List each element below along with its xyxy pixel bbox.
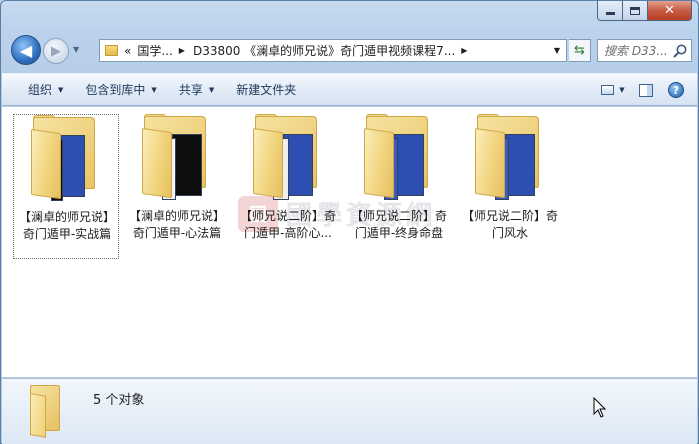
arrow-left-icon: ◀ bbox=[19, 40, 33, 60]
folder-name-line1: 【师兄说二阶】奇 bbox=[239, 209, 336, 223]
folder-item[interactable]: 【师兄说二阶】奇 门风水 bbox=[457, 114, 563, 259]
folder-name-line2: 奇门遁甲-心法篇 bbox=[132, 226, 222, 240]
folder-name-line1: 【澜卓的师兄说】 bbox=[18, 210, 115, 224]
share-label: 共享 bbox=[178, 83, 203, 97]
chevron-down-icon: ▼ bbox=[208, 85, 215, 94]
address-bar[interactable]: « 国学... ▶ D33800 《澜卓的师兄说》奇门遁甲视频课程7... ▶ … bbox=[99, 39, 567, 62]
share-menu[interactable]: 共享 ▼ bbox=[168, 77, 225, 103]
organize-label: 组织 bbox=[28, 83, 53, 97]
chevron-down-icon: ▼ bbox=[58, 85, 64, 94]
folder-label: 【澜卓的师兄说】 奇门遁甲-实战篇 bbox=[14, 209, 120, 243]
folder-label: 【师兄说二阶】奇 门遁甲-高阶心... bbox=[235, 208, 341, 242]
help-icon: ? bbox=[668, 82, 684, 98]
back-button[interactable]: ◀ bbox=[11, 35, 41, 65]
preview-pane-button[interactable] bbox=[633, 80, 659, 100]
caption-buttons: ✕ bbox=[597, 1, 692, 21]
include-in-library-label: 包含到库中 bbox=[85, 83, 146, 97]
recent-pages-dropdown[interactable]: ▼ bbox=[73, 45, 85, 57]
close-button[interactable]: ✕ bbox=[648, 1, 692, 21]
item-count: 5 个对象 bbox=[93, 393, 145, 408]
folder-name-line2: 门风水 bbox=[491, 226, 528, 240]
refresh-icon: ⇆ bbox=[574, 43, 585, 58]
mouse-cursor-icon bbox=[593, 397, 607, 418]
breadcrumb-item[interactable]: 国学... bbox=[137, 42, 172, 59]
command-bar: 组织 ▼ 包含到库中 ▼ 共享 ▼ 新建文件夹 ▼ ? bbox=[2, 73, 697, 106]
breadcrumb-separator-icon[interactable]: ▶ bbox=[179, 46, 185, 55]
folder-name-line1: 【师兄说二阶】奇 bbox=[461, 209, 558, 223]
file-list[interactable]: 国 國學資源網 【澜卓的师兄说】 奇门遁甲-实战篇 【澜卓的师兄说】 奇门遁甲-… bbox=[2, 107, 697, 377]
folder-icon bbox=[30, 385, 62, 438]
change-view-button[interactable]: ▼ bbox=[595, 80, 631, 100]
folder-name-line1: 【师兄说二阶】奇 bbox=[350, 209, 447, 223]
forward-button[interactable]: ▶ bbox=[43, 38, 69, 64]
refresh-button[interactable]: ⇆ bbox=[569, 39, 591, 62]
search-box[interactable] bbox=[597, 39, 692, 62]
navigation-bar: ◀ ▶ ▼ « 国学... ▶ D33800 《澜卓的师兄说》奇门遁甲视频课程7… bbox=[9, 35, 692, 67]
breadcrumb-separator-icon[interactable]: ▶ bbox=[461, 46, 467, 55]
folder-item[interactable]: 【澜卓的师兄说】 奇门遁甲-心法篇 bbox=[124, 114, 230, 259]
folder-name-line2: 奇门遁甲-实战篇 bbox=[22, 227, 112, 241]
details-pane: 5 个对象 bbox=[2, 378, 697, 444]
search-icon[interactable] bbox=[672, 43, 688, 59]
view-icon bbox=[601, 85, 615, 95]
minimize-icon bbox=[605, 12, 615, 15]
breadcrumb-item[interactable]: D33800 《澜卓的师兄说》奇门遁甲视频课程7... bbox=[193, 42, 455, 59]
folder-name-line1: 【澜卓的师兄说】 bbox=[128, 209, 225, 223]
include-in-library-menu[interactable]: 包含到库中 ▼ bbox=[74, 77, 167, 103]
folder-icon bbox=[105, 45, 118, 56]
organize-menu[interactable]: 组织 ▼ bbox=[2, 77, 74, 103]
folder-item[interactable]: 【师兄说二阶】奇 门遁甲-高阶心... bbox=[235, 114, 341, 259]
maximize-button[interactable] bbox=[623, 1, 648, 21]
folder-icon bbox=[364, 114, 434, 200]
breadcrumb-overflow[interactable]: « bbox=[124, 44, 131, 58]
folder-label: 【师兄说二阶】奇 门风水 bbox=[457, 208, 563, 242]
minimize-button[interactable] bbox=[597, 1, 623, 21]
explorer-window: ✕ ◀ ▶ ▼ « 国学... ▶ D33800 《澜卓的师兄说》奇门遁甲视频课… bbox=[0, 0, 699, 444]
folder-icon bbox=[253, 114, 323, 200]
folder-icon bbox=[475, 114, 545, 200]
help-button[interactable]: ? bbox=[663, 80, 689, 100]
folder-item[interactable]: 【师兄说二阶】奇 门遁甲-终身命盘 bbox=[346, 114, 452, 259]
maximize-icon bbox=[630, 6, 640, 15]
folder-name-line2: 门遁甲-高阶心... bbox=[244, 226, 332, 240]
new-folder-label: 新建文件夹 bbox=[236, 83, 297, 97]
chevron-down-icon: ▼ bbox=[151, 85, 157, 94]
command-bar-right: ▼ ? bbox=[595, 80, 689, 100]
search-input[interactable] bbox=[604, 43, 674, 58]
folder-item[interactable]: 【澜卓的师兄说】 奇门遁甲-实战篇 bbox=[13, 114, 119, 259]
arrow-right-icon: ▶ bbox=[51, 43, 61, 59]
new-folder-button[interactable]: 新建文件夹 bbox=[225, 77, 307, 103]
address-dropdown-icon[interactable]: ▼ bbox=[554, 46, 560, 55]
folder-label: 【澜卓的师兄说】 奇门遁甲-心法篇 bbox=[124, 208, 230, 242]
folder-icon bbox=[31, 115, 101, 201]
close-icon: ✕ bbox=[664, 3, 675, 18]
folder-name-line2: 门遁甲-终身命盘 bbox=[354, 226, 444, 240]
preview-pane-icon bbox=[639, 83, 653, 97]
chevron-down-icon[interactable]: ▼ bbox=[619, 86, 624, 94]
folder-label: 【师兄说二阶】奇 门遁甲-终身命盘 bbox=[346, 208, 452, 242]
folder-icon bbox=[142, 114, 212, 200]
